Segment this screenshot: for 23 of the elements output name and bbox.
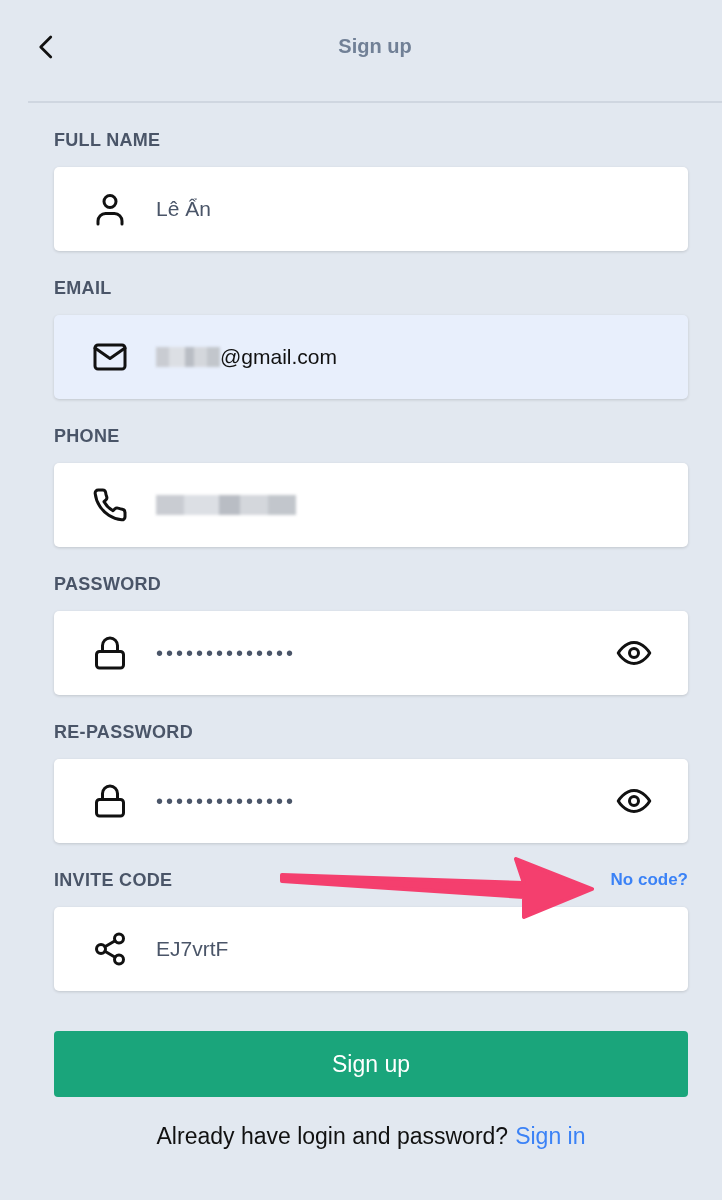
input-field[interactable]: EJ7vrtF — [54, 907, 688, 991]
input-field[interactable]: •••••••••••••• — [54, 759, 688, 843]
input-field[interactable]: @gmail.com — [54, 315, 688, 399]
field-value: EJ7vrtF — [156, 937, 229, 961]
field-value: •••••••••••••• — [156, 641, 297, 665]
lock-icon — [92, 783, 128, 819]
input-field[interactable]: •••••••••••••• — [54, 611, 688, 695]
phone-icon — [92, 487, 128, 523]
input-field[interactable]: Lê Ẩn — [54, 167, 688, 251]
footer-text: Already have login and password? — [156, 1123, 509, 1150]
lock-icon — [92, 635, 128, 671]
field-label: EMAIL — [54, 277, 112, 299]
field-value: •••••••••••••• — [156, 789, 297, 813]
field-label: RE-PASSWORD — [54, 721, 193, 743]
field-label: FULL NAME — [54, 129, 161, 151]
input-field[interactable] — [54, 463, 688, 547]
page-title: Sign up — [338, 35, 412, 58]
field-value: @gmail.com — [220, 345, 337, 369]
share-icon — [92, 931, 128, 967]
field-label: PASSWORD — [54, 573, 162, 595]
field-value: Lê Ẩn — [156, 197, 211, 221]
field-label: PHONE — [54, 425, 120, 447]
field-label: INVITE CODE — [54, 869, 173, 891]
